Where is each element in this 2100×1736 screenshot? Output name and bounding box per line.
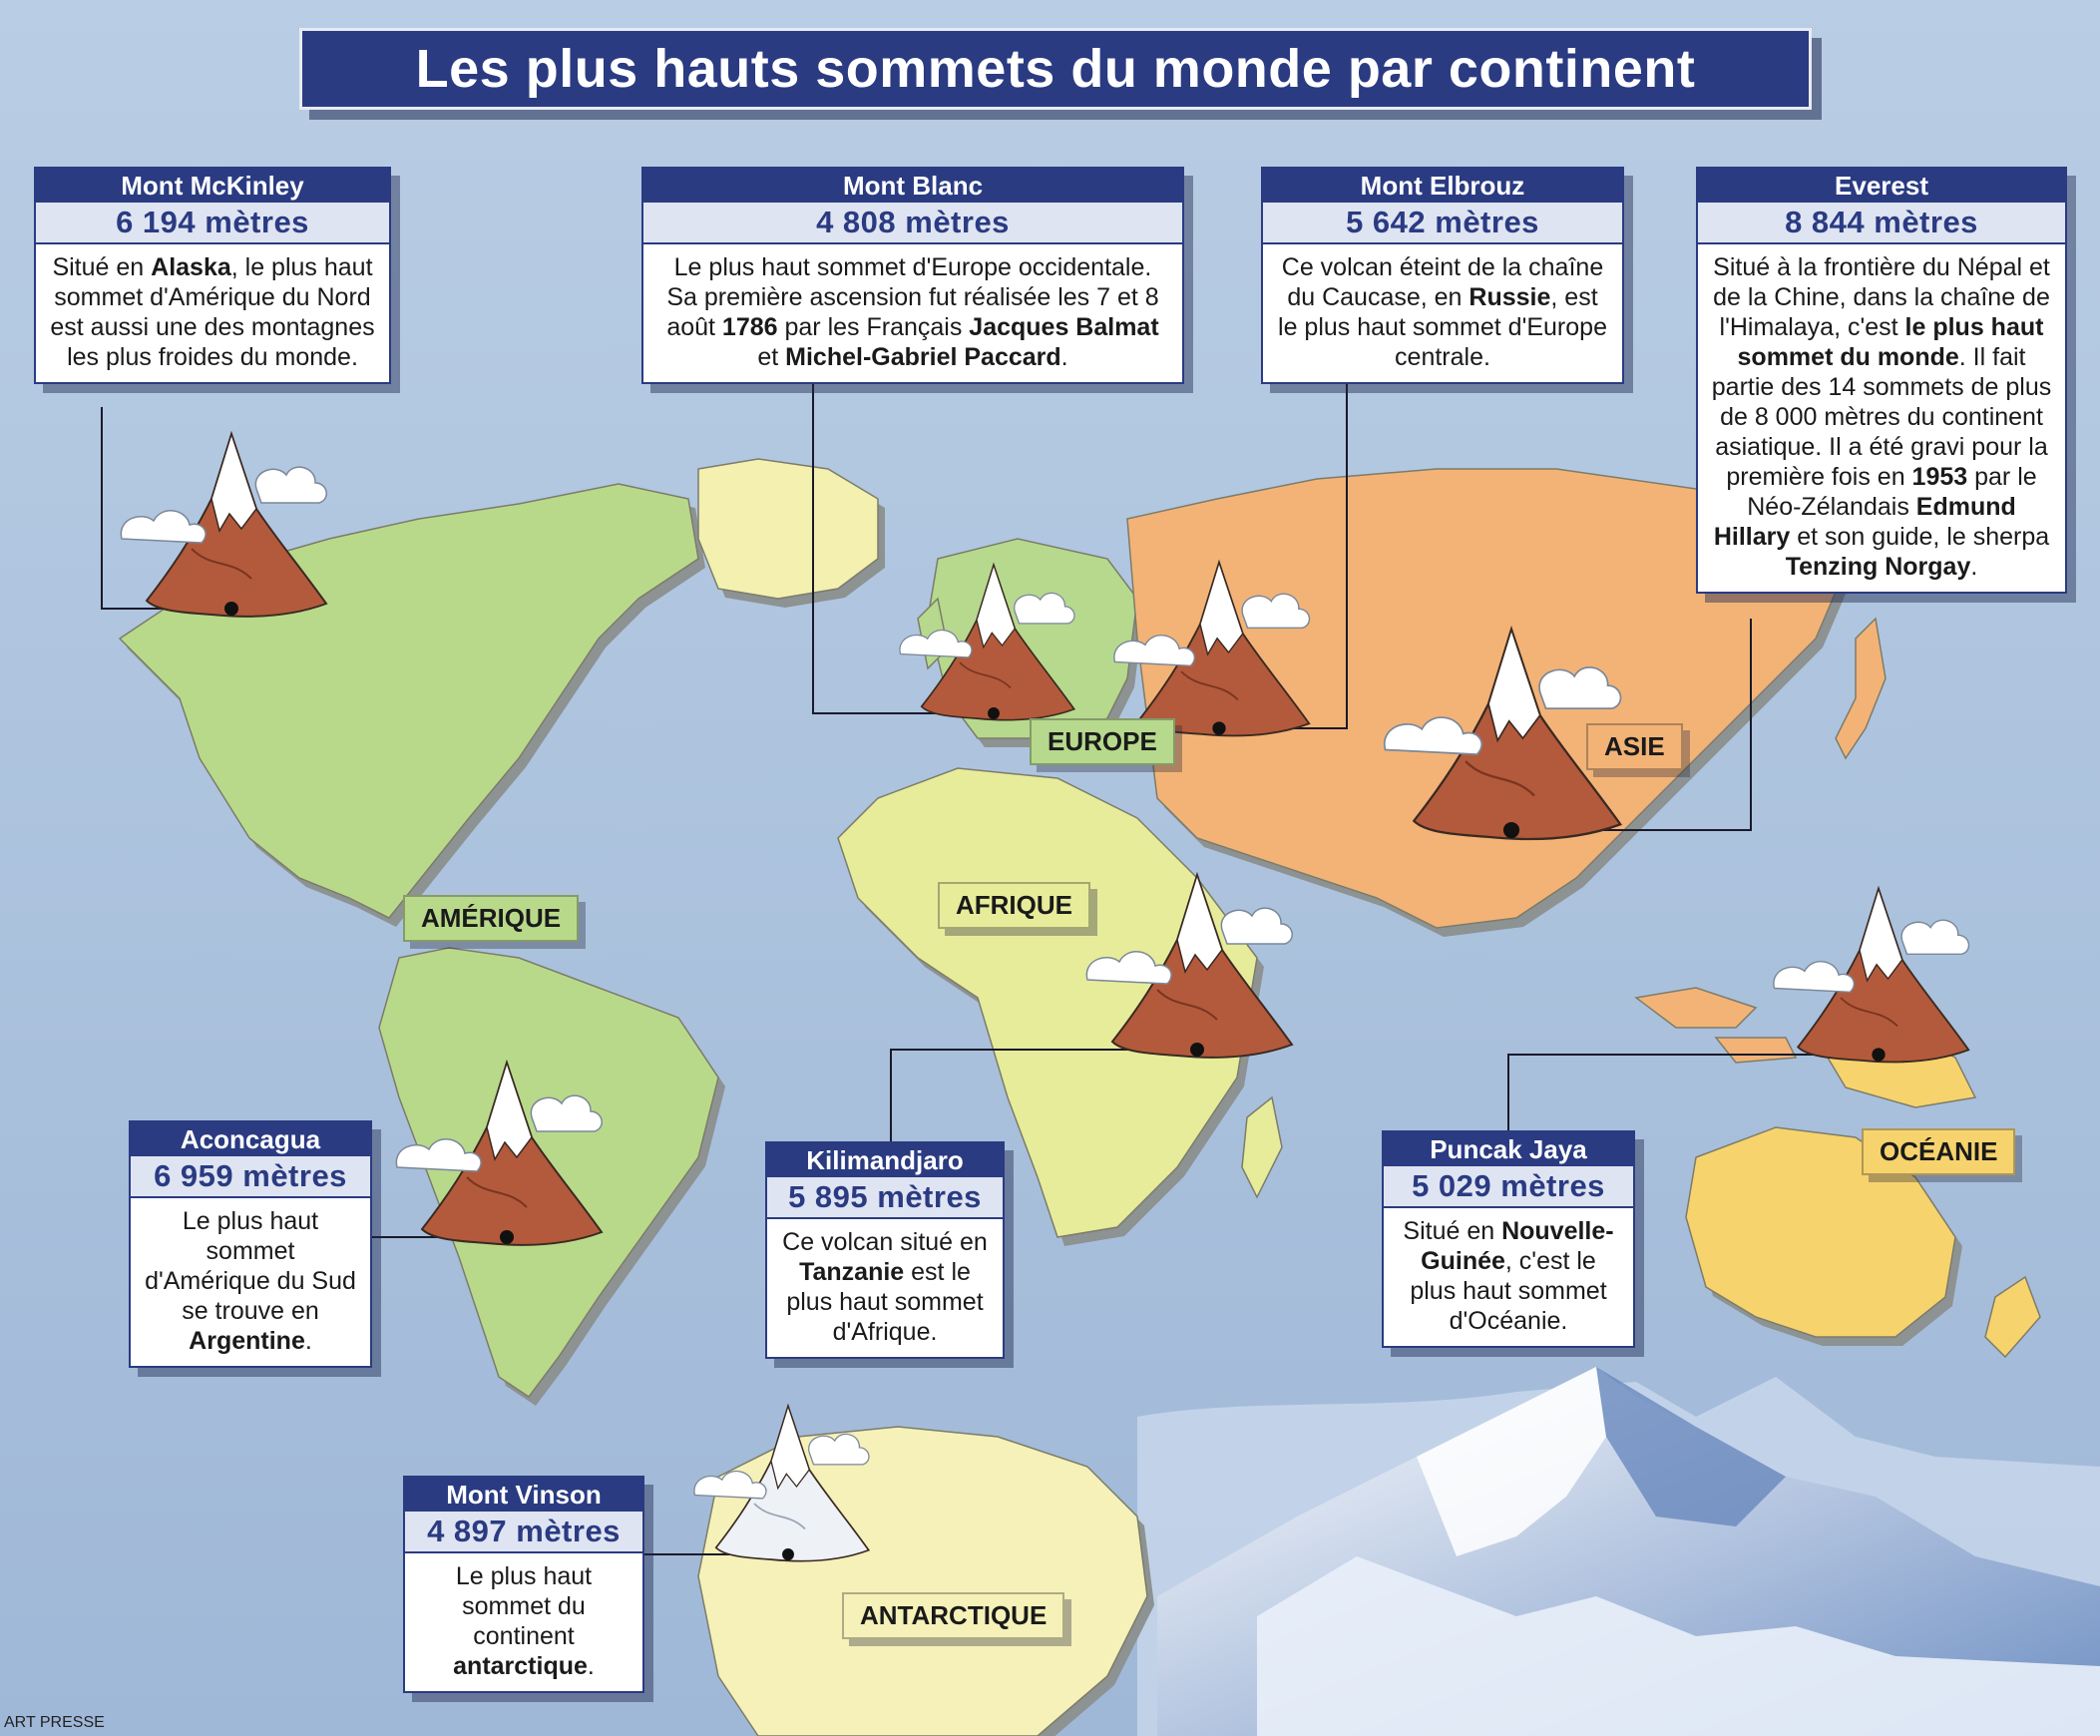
emphasis-text: Russie — [1469, 283, 1551, 311]
poster-title: Les plus hauts sommets du monde par cont… — [299, 28, 1812, 110]
poster-title-text: Les plus hauts sommets du monde par cont… — [415, 39, 1696, 99]
peak-altitude: 5 029 mètres — [1384, 1166, 1633, 1208]
peak-altitude: 5 895 mètres — [767, 1177, 1003, 1219]
emphasis-text: Alaska — [151, 253, 231, 281]
peak-description: Le plus haut sommet d'Europe occidentale… — [643, 244, 1182, 382]
peak-description: Ce volcan situé en Tanzanie est le plus … — [767, 1219, 1003, 1357]
body-text: . — [1970, 553, 1978, 581]
body-text: . — [587, 1652, 595, 1680]
peak-name: Mont Vinson — [405, 1478, 642, 1512]
peak-location-dot — [988, 707, 1000, 719]
card-kilimandjaro: Kilimandjaro 5 895 mètres Ce volcan situ… — [765, 1141, 1005, 1359]
emphasis-text: Tanzanie — [799, 1258, 905, 1286]
label-asie: ASIE — [1586, 723, 1683, 770]
body-text: et — [757, 343, 786, 371]
peak-location-dot — [1502, 821, 1520, 839]
emphasis-text: Michel-Gabriel Paccard — [785, 343, 1061, 371]
emphasis-text: Jacques Balmat — [969, 313, 1159, 341]
peak-description: Situé en Alaska, le plus haut sommet d'A… — [36, 244, 389, 382]
peak-altitude: 6 194 mètres — [36, 203, 389, 244]
peak-location-dot — [782, 1548, 794, 1560]
card-puncak-jaya: Puncak Jaya 5 029 mètres Situé en Nouvel… — [1382, 1130, 1635, 1348]
peak-altitude: 6 959 mètres — [131, 1156, 370, 1198]
card-mckinley: Mont McKinley 6 194 mètres Situé en Alas… — [34, 167, 391, 384]
card-aconcagua: Aconcagua 6 959 mètres Le plus haut somm… — [129, 1120, 372, 1368]
emphasis-text: Tenzing Norgay — [1785, 553, 1971, 581]
peak-description: Le plus haut sommet du continent antarct… — [405, 1553, 642, 1691]
world-map-poster: Les plus hauts sommets du monde par cont… — [0, 0, 2100, 1736]
card-elbrouz: Mont Elbrouz 5 642 mètres Ce volcan étei… — [1261, 167, 1624, 384]
peak-name: Mont Blanc — [643, 169, 1182, 203]
body-text: et son guide, le sherpa — [1790, 523, 2050, 551]
body-text: Situé en — [1403, 1217, 1502, 1245]
peak-description: Situé en Nouvelle-Guinée, c'est le plus … — [1384, 1208, 1633, 1346]
peak-location-dot — [1212, 721, 1226, 735]
peak-altitude: 4 897 mètres — [405, 1512, 642, 1553]
peak-description: Situé à la frontière du Népal et de la C… — [1698, 244, 2065, 592]
peak-name: Kilimandjaro — [767, 1143, 1003, 1177]
emphasis-text: 1786 — [721, 313, 778, 341]
emphasis-text: antarctique — [453, 1652, 588, 1680]
peak-name: Everest — [1698, 169, 2065, 203]
body-text: . — [1060, 343, 1068, 371]
body-text: par les Français — [777, 313, 970, 341]
body-text: Ce volcan situé en — [782, 1228, 988, 1256]
label-antarctique: ANTARCTIQUE — [842, 1592, 1065, 1639]
label-afrique: AFRIQUE — [938, 882, 1090, 929]
body-text: Le plus haut sommet du continent — [455, 1562, 593, 1650]
body-text: Le plus haut sommet d'Amérique du Sud se… — [145, 1207, 356, 1325]
emphasis-text: 1953 — [1911, 463, 1968, 491]
label-europe: EUROPE — [1030, 718, 1175, 765]
peak-name: Puncak Jaya — [1384, 1132, 1633, 1166]
card-mont-vinson: Mont Vinson 4 897 mètres Le plus haut so… — [403, 1476, 644, 1693]
peak-location-dot — [500, 1230, 514, 1244]
peak-location-dot — [1190, 1043, 1204, 1057]
label-oceanie: OCÉANIE — [1862, 1128, 2016, 1175]
peak-altitude: 5 642 mètres — [1263, 203, 1622, 244]
label-amerique: AMÉRIQUE — [403, 895, 580, 942]
peak-name: Mont McKinley — [36, 169, 389, 203]
card-mont-blanc: Mont Blanc 4 808 mètres Le plus haut som… — [641, 167, 1184, 384]
peak-name: Mont Elbrouz — [1263, 169, 1622, 203]
peak-description: Ce volcan éteint de la chaîne du Caucase… — [1263, 244, 1622, 382]
body-text: . — [304, 1327, 312, 1355]
peak-location-dot — [1872, 1048, 1886, 1062]
card-everest: Everest 8 844 mètres Situé à la frontièr… — [1696, 167, 2067, 594]
peak-altitude: 8 844 mètres — [1698, 203, 2065, 244]
body-text: Situé en — [52, 253, 152, 281]
peak-altitude: 4 808 mètres — [643, 203, 1182, 244]
credit: ART PRESSE — [4, 1714, 105, 1731]
peak-name: Aconcagua — [131, 1122, 370, 1156]
peak-location-dot — [224, 602, 238, 616]
peak-description: Le plus haut sommet d'Amérique du Sud se… — [131, 1198, 370, 1366]
emphasis-text: Argentine — [189, 1327, 305, 1355]
